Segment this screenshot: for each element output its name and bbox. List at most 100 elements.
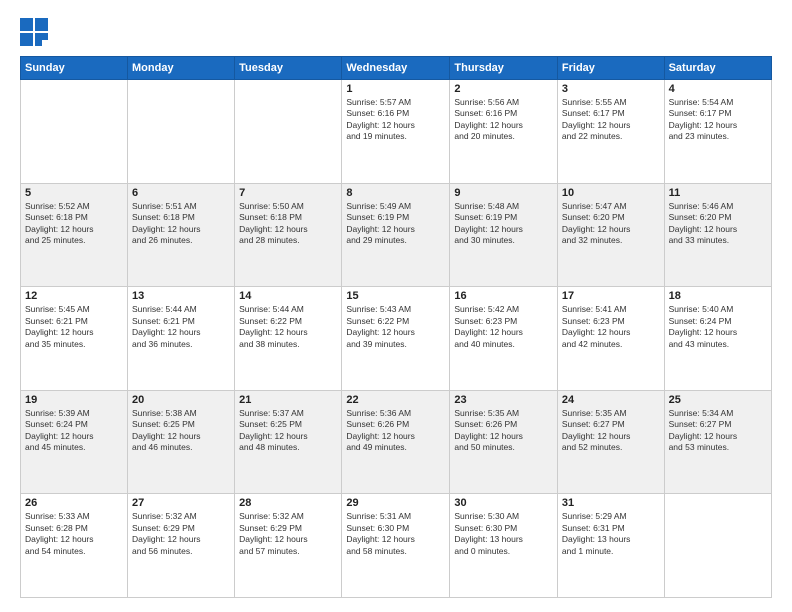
day-number: 26 <box>25 497 123 509</box>
weekday-header-tuesday: Tuesday <box>235 57 342 80</box>
day-number: 20 <box>132 394 230 406</box>
day-number: 10 <box>562 187 660 199</box>
logo <box>20 18 52 46</box>
calendar-cell: 21 Sunrise: 5:37 AM Sunset: 6:25 PM Dayli… <box>235 390 342 494</box>
day-number: 23 <box>454 394 553 406</box>
calendar-cell: 11Sunrise: 5:46 AM Sunset: 6:20 PM Dayli… <box>664 183 771 287</box>
calendar-cell: 6 Sunrise: 5:51 AM Sunset: 6:18 PM Daylig… <box>128 183 235 287</box>
calendar-cell: 27 Sunrise: 5:32 AM Sunset: 6:29 PM Dayli… <box>128 494 235 598</box>
day-number: 8 <box>346 187 445 199</box>
weekday-header-wednesday: Wednesday <box>342 57 450 80</box>
day-info: Sunrise: 5:56 AM Sunset: 6:16 PM Dayligh… <box>454 97 553 143</box>
day-info: Sunrise: 5:33 AM Sunset: 6:28 PM Dayligh… <box>25 511 123 557</box>
calendar-cell: 31 Sunrise: 5:29 AM Sunset: 6:31 PM Dayli… <box>557 494 664 598</box>
day-number: 29 <box>346 497 445 509</box>
weekday-header-friday: Friday <box>557 57 664 80</box>
header <box>20 18 772 46</box>
calendar-cell: 8 Sunrise: 5:49 AM Sunset: 6:19 PM Daylig… <box>342 183 450 287</box>
day-info: Sunrise: 5:31 AM Sunset: 6:30 PM Dayligh… <box>346 511 445 557</box>
calendar-cell: 29 Sunrise: 5:31 AM Sunset: 6:30 PM Dayli… <box>342 494 450 598</box>
day-number: 4 <box>669 83 767 95</box>
day-info: Sunrise: 5:38 AM Sunset: 6:25 PM Dayligh… <box>132 408 230 454</box>
calendar-cell: 26 Sunrise: 5:33 AM Sunset: 6:28 PM Dayli… <box>21 494 128 598</box>
day-number: 12 <box>25 290 123 302</box>
day-number: 16 <box>454 290 553 302</box>
day-info: Sunrise: 5:32 AM Sunset: 6:29 PM Dayligh… <box>239 511 337 557</box>
day-number: 18 <box>669 290 767 302</box>
day-info: Sunrise: 5:55 AM Sunset: 6:17 PM Dayligh… <box>562 97 660 143</box>
calendar-week-row: 1 Sunrise: 5:57 AM Sunset: 6:16 PM Daylig… <box>21 80 772 184</box>
day-info: Sunrise: 5:35 AM Sunset: 6:27 PM Dayligh… <box>562 408 660 454</box>
day-info: Sunrise: 5:40 AM Sunset: 6:24 PM Dayligh… <box>669 304 767 350</box>
weekday-header-row: SundayMondayTuesdayWednesdayThursdayFrid… <box>21 57 772 80</box>
day-number: 6 <box>132 187 230 199</box>
calendar-cell: 20 Sunrise: 5:38 AM Sunset: 6:25 PM Dayli… <box>128 390 235 494</box>
calendar-cell <box>128 80 235 184</box>
day-info: Sunrise: 5:30 AM Sunset: 6:30 PM Dayligh… <box>454 511 553 557</box>
day-number: 5 <box>25 187 123 199</box>
calendar-week-row: 19 Sunrise: 5:39 AM Sunset: 6:24 PM Dayli… <box>21 390 772 494</box>
day-info: Sunrise: 5:48 AM Sunset: 6:19 PM Dayligh… <box>454 201 553 247</box>
calendar-cell: 9 Sunrise: 5:48 AM Sunset: 6:19 PM Daylig… <box>450 183 558 287</box>
calendar-week-row: 26 Sunrise: 5:33 AM Sunset: 6:28 PM Dayli… <box>21 494 772 598</box>
day-info: Sunrise: 5:29 AM Sunset: 6:31 PM Dayligh… <box>562 511 660 557</box>
calendar-cell: 2 Sunrise: 5:56 AM Sunset: 6:16 PM Daylig… <box>450 80 558 184</box>
day-info: Sunrise: 5:51 AM Sunset: 6:18 PM Dayligh… <box>132 201 230 247</box>
day-number: 11 <box>669 187 767 199</box>
calendar-cell: 5 Sunrise: 5:52 AM Sunset: 6:18 PM Daylig… <box>21 183 128 287</box>
day-number: 25 <box>669 394 767 406</box>
calendar-week-row: 5 Sunrise: 5:52 AM Sunset: 6:18 PM Daylig… <box>21 183 772 287</box>
day-info: Sunrise: 5:37 AM Sunset: 6:25 PM Dayligh… <box>239 408 337 454</box>
calendar-cell: 1 Sunrise: 5:57 AM Sunset: 6:16 PM Daylig… <box>342 80 450 184</box>
day-number: 19 <box>25 394 123 406</box>
weekday-header-saturday: Saturday <box>664 57 771 80</box>
calendar-cell: 3 Sunrise: 5:55 AM Sunset: 6:17 PM Daylig… <box>557 80 664 184</box>
day-number: 22 <box>346 394 445 406</box>
day-number: 9 <box>454 187 553 199</box>
day-number: 27 <box>132 497 230 509</box>
logo-icon <box>20 18 48 46</box>
day-number: 13 <box>132 290 230 302</box>
calendar-week-row: 12 Sunrise: 5:45 AM Sunset: 6:21 PM Dayli… <box>21 287 772 391</box>
calendar-cell: 18 Sunrise: 5:40 AM Sunset: 6:24 PM Dayli… <box>664 287 771 391</box>
day-number: 3 <box>562 83 660 95</box>
calendar-cell <box>21 80 128 184</box>
calendar-cell: 25Sunrise: 5:34 AM Sunset: 6:27 PM Dayli… <box>664 390 771 494</box>
day-info: Sunrise: 5:52 AM Sunset: 6:18 PM Dayligh… <box>25 201 123 247</box>
calendar-cell: 19 Sunrise: 5:39 AM Sunset: 6:24 PM Dayli… <box>21 390 128 494</box>
calendar-cell <box>664 494 771 598</box>
day-number: 30 <box>454 497 553 509</box>
day-number: 15 <box>346 290 445 302</box>
calendar-cell: 28Sunrise: 5:32 AM Sunset: 6:29 PM Dayli… <box>235 494 342 598</box>
calendar-cell <box>235 80 342 184</box>
day-info: Sunrise: 5:49 AM Sunset: 6:19 PM Dayligh… <box>346 201 445 247</box>
day-info: Sunrise: 5:44 AM Sunset: 6:21 PM Dayligh… <box>132 304 230 350</box>
calendar-cell: 14Sunrise: 5:44 AM Sunset: 6:22 PM Dayli… <box>235 287 342 391</box>
calendar-cell: 7Sunrise: 5:50 AM Sunset: 6:18 PM Daylig… <box>235 183 342 287</box>
day-number: 1 <box>346 83 445 95</box>
day-number: 31 <box>562 497 660 509</box>
day-info: Sunrise: 5:32 AM Sunset: 6:29 PM Dayligh… <box>132 511 230 557</box>
calendar-cell: 30 Sunrise: 5:30 AM Sunset: 6:30 PM Dayli… <box>450 494 558 598</box>
day-number: 2 <box>454 83 553 95</box>
day-number: 17 <box>562 290 660 302</box>
day-number: 24 <box>562 394 660 406</box>
day-info: Sunrise: 5:44 AM Sunset: 6:22 PM Dayligh… <box>239 304 337 350</box>
day-info: Sunrise: 5:45 AM Sunset: 6:21 PM Dayligh… <box>25 304 123 350</box>
day-info: Sunrise: 5:47 AM Sunset: 6:20 PM Dayligh… <box>562 201 660 247</box>
calendar-cell: 12 Sunrise: 5:45 AM Sunset: 6:21 PM Dayli… <box>21 287 128 391</box>
calendar-cell: 13 Sunrise: 5:44 AM Sunset: 6:21 PM Dayli… <box>128 287 235 391</box>
calendar-cell: 10 Sunrise: 5:47 AM Sunset: 6:20 PM Dayli… <box>557 183 664 287</box>
day-number: 7 <box>239 187 337 199</box>
calendar-cell: 23Sunrise: 5:35 AM Sunset: 6:26 PM Dayli… <box>450 390 558 494</box>
weekday-header-sunday: Sunday <box>21 57 128 80</box>
page: SundayMondayTuesdayWednesdayThursdayFrid… <box>0 0 792 612</box>
calendar-cell: 17Sunrise: 5:41 AM Sunset: 6:23 PM Dayli… <box>557 287 664 391</box>
day-info: Sunrise: 5:42 AM Sunset: 6:23 PM Dayligh… <box>454 304 553 350</box>
calendar-cell: 22Sunrise: 5:36 AM Sunset: 6:26 PM Dayli… <box>342 390 450 494</box>
day-info: Sunrise: 5:39 AM Sunset: 6:24 PM Dayligh… <box>25 408 123 454</box>
day-info: Sunrise: 5:54 AM Sunset: 6:17 PM Dayligh… <box>669 97 767 143</box>
day-info: Sunrise: 5:43 AM Sunset: 6:22 PM Dayligh… <box>346 304 445 350</box>
day-info: Sunrise: 5:57 AM Sunset: 6:16 PM Dayligh… <box>346 97 445 143</box>
day-number: 21 <box>239 394 337 406</box>
